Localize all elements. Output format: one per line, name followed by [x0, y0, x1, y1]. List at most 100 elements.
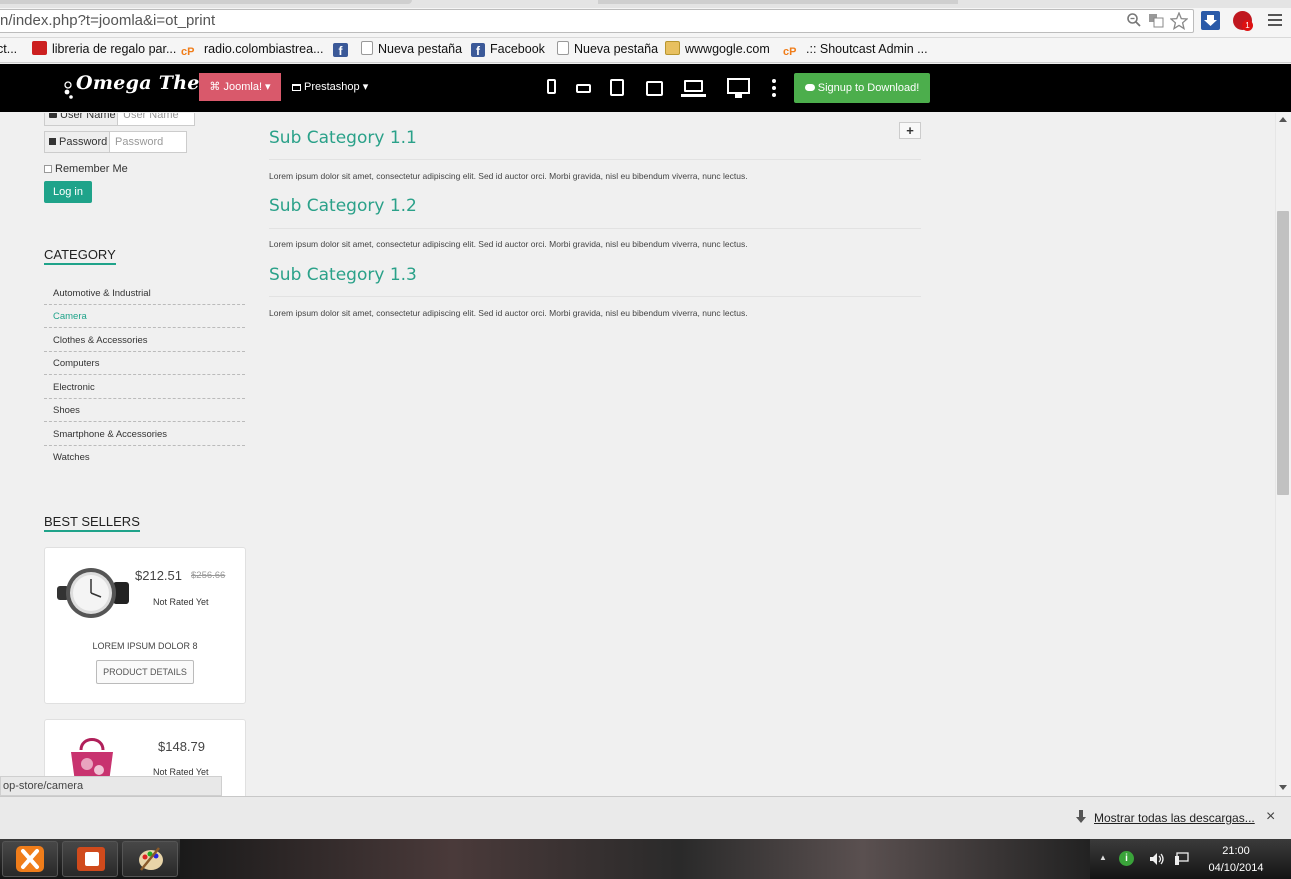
- bookmark-item[interactable]: ct...: [0, 41, 17, 57]
- cpanel-icon: cP: [181, 46, 195, 58]
- product-rating: Not Rated Yet: [153, 597, 209, 607]
- user-icon: [49, 113, 57, 118]
- lock-icon: [49, 138, 56, 145]
- tablet-landscape-icon[interactable]: [646, 81, 663, 96]
- page-content: User Name User Name Password Password Re…: [0, 113, 1275, 796]
- prestashop-menu-button[interactable]: Prestashop ▾: [292, 73, 368, 101]
- subcategory-title[interactable]: Sub Category 1.2: [269, 196, 417, 216]
- watch-product-image[interactable]: [55, 564, 131, 622]
- subcategory-divider: [269, 228, 921, 229]
- login-button[interactable]: Log in: [44, 181, 92, 203]
- facebook-icon: f: [471, 43, 485, 58]
- download-arrow-icon: [1076, 810, 1086, 824]
- category-item[interactable]: Clothes & Accessories: [44, 329, 245, 352]
- product-price: $212.51: [135, 568, 182, 583]
- volume-icon[interactable]: [1149, 852, 1165, 866]
- tablet-portrait-icon[interactable]: [610, 79, 624, 96]
- desktop-stand: [735, 94, 742, 98]
- category-item[interactable]: Electronic: [44, 376, 245, 399]
- extension-badge: 1: [1242, 20, 1253, 31]
- subcategory-description: Lorem ipsum dolor sit amet, consectetur …: [269, 308, 748, 318]
- facebook-icon: f: [333, 43, 348, 58]
- product-price: $148.79: [158, 739, 205, 754]
- laptop-base: [681, 94, 706, 97]
- category-heading: CATEGORY: [44, 247, 116, 265]
- folder-icon: [665, 41, 680, 55]
- subcategory-divider: [269, 296, 921, 297]
- subcategory-title[interactable]: Sub Category 1.1: [269, 128, 417, 148]
- browser-tab[interactable]: [0, 0, 412, 4]
- subcategory-description: Lorem ipsum dolor sit amet, consectetur …: [269, 171, 748, 181]
- signup-download-button[interactable]: Signup to Download!: [794, 73, 930, 103]
- browser-tab[interactable]: [598, 0, 958, 4]
- adblock-extension-icon[interactable]: 1: [1233, 11, 1253, 31]
- bookmark-star-icon[interactable]: [1169, 11, 1189, 31]
- bookmark-item[interactable]: cP radio.colombiastrea...: [181, 41, 324, 58]
- category-item[interactable]: Automotive & Industrial: [44, 282, 245, 305]
- phone-portrait-icon[interactable]: [547, 79, 556, 94]
- category-item-active[interactable]: Camera: [44, 305, 245, 328]
- youtube-icon: [32, 41, 47, 55]
- bookmark-item[interactable]: f: [333, 41, 353, 58]
- scroll-up-arrow-icon[interactable]: [1279, 117, 1287, 122]
- subcategory-title[interactable]: Sub Category 1.3: [269, 265, 417, 285]
- cloud-download-icon: [804, 84, 815, 91]
- phone-landscape-icon[interactable]: [576, 84, 591, 93]
- product-name[interactable]: LOREM IPSUM DOLOR 8: [45, 641, 245, 651]
- product-old-price: $256.66: [191, 570, 226, 581]
- remember-checkbox[interactable]: [44, 165, 52, 173]
- category-item[interactable]: Smartphone & Accessories: [44, 423, 245, 446]
- clock-date[interactable]: 04/10/2014: [1200, 862, 1272, 874]
- info-tray-icon[interactable]: i: [1119, 851, 1134, 866]
- logo-bubbles-icon: [64, 80, 74, 99]
- laptop-icon[interactable]: [684, 80, 703, 92]
- menu-icon[interactable]: [1268, 13, 1282, 27]
- tray-expand-icon[interactable]: ▲: [1099, 853, 1107, 862]
- bookmark-item[interactable]: f Facebook: [471, 41, 545, 58]
- category-item[interactable]: Shoes: [44, 399, 245, 422]
- xampp-icon: [16, 846, 44, 872]
- taskbar-wallpaper: [180, 839, 1090, 879]
- username-label: User Name: [44, 113, 118, 126]
- product-card: $212.51 $256.66 Not Rated Yet LOREM IPSU…: [44, 547, 246, 704]
- close-downloads-icon[interactable]: ×: [1266, 808, 1275, 826]
- handbag-product-image[interactable]: [65, 732, 119, 782]
- desktop-icon[interactable]: [727, 78, 750, 94]
- joomla-menu-button[interactable]: ⌘ Joomla! ▾: [199, 73, 281, 101]
- password-input[interactable]: Password: [109, 131, 187, 153]
- taskbar-app-paint[interactable]: [122, 841, 178, 877]
- scroll-down-arrow-icon[interactable]: [1279, 785, 1287, 790]
- download-extension-icon[interactable]: [1201, 11, 1220, 30]
- bookmark-item[interactable]: wwwgogle.com: [665, 41, 770, 57]
- category-item[interactable]: Watches: [44, 446, 245, 469]
- network-icon[interactable]: [1174, 852, 1190, 866]
- translate-icon[interactable]: [1148, 12, 1164, 28]
- remember-label: Remember Me: [55, 163, 128, 175]
- expand-plus-button[interactable]: +: [899, 122, 921, 139]
- username-input[interactable]: User Name: [117, 113, 195, 126]
- scrollbar-thumb[interactable]: [1277, 211, 1289, 495]
- url-text[interactable]: n/index.php?t=joomla&i=ot_print: [0, 12, 215, 29]
- page-icon: [361, 41, 373, 55]
- subcategory-description: Lorem ipsum dolor sit amet, consectetur …: [269, 239, 748, 249]
- bookmark-item[interactable]: cP.:: Shoutcast Admin ...: [783, 41, 928, 58]
- clock-time[interactable]: 21:00: [1206, 845, 1266, 857]
- category-item[interactable]: Computers: [44, 352, 245, 375]
- show-all-downloads-link[interactable]: Mostrar todas las descargas...: [1094, 811, 1255, 825]
- zoom-icon[interactable]: [1126, 12, 1142, 28]
- best-sellers-heading: BEST SELLERS: [44, 514, 140, 532]
- taskbar-app-xampp[interactable]: [2, 841, 58, 877]
- status-bubble: op-store/camera: [0, 776, 222, 796]
- cart-icon: [292, 84, 301, 91]
- tab-strip: [0, 0, 1291, 8]
- subcategory-divider: [269, 159, 921, 160]
- more-vertical-icon[interactable]: [772, 79, 776, 97]
- paint-palette-icon: [137, 846, 165, 872]
- product-details-button[interactable]: PRODUCT DETAILS: [96, 660, 194, 684]
- bookmark-item[interactable]: Nueva pestaña: [557, 41, 658, 57]
- bookmark-item[interactable]: libreria de regalo par...: [32, 41, 176, 57]
- cpanel-icon: cP: [783, 46, 797, 58]
- taskbar-app-powerpoint[interactable]: [62, 841, 118, 877]
- page-icon: [557, 41, 569, 55]
- bookmark-item[interactable]: Nueva pestaña: [361, 41, 462, 57]
